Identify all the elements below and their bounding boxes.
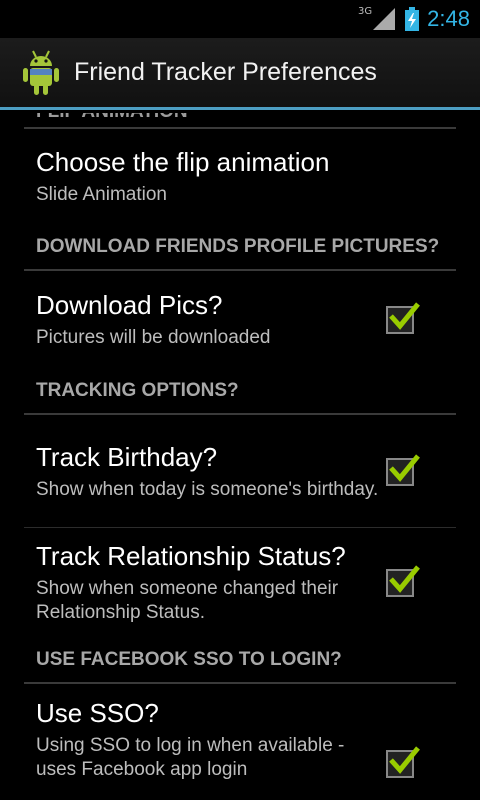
category-header-label: DOWNLOAD FRIENDS PROFILE PICTURES? — [36, 236, 440, 257]
signal-icon — [373, 8, 396, 30]
track-relationship-checkbox[interactable] — [386, 565, 420, 597]
checkmark-icon — [389, 453, 420, 482]
pref-download-pics[interactable]: Download Pics? Pictures will be download… — [0, 271, 480, 369]
category-header-tracking-options: TRACKING OPTIONS? — [24, 369, 456, 415]
pref-summary: Show when someone changed their Relation… — [36, 578, 339, 623]
preferences-list[interactable]: FLIP ANIMATION Choose the flip animation… — [0, 113, 480, 800]
network-type: 3G — [358, 5, 373, 17]
checkmark-icon — [389, 565, 420, 593]
pref-flip-animation[interactable]: Choose the flip animation Slide Animatio… — [0, 129, 480, 225]
status-bar: 3G 2:48 — [0, 0, 480, 38]
pref-use-sso[interactable]: Use SSO? Using SSO to log in when availa… — [0, 684, 480, 800]
page-title: Friend Tracker Preferences — [74, 58, 377, 86]
category-header-use-sso: USE FACEBOOK SSO TO LOGIN? — [24, 638, 456, 684]
pref-track-relationship[interactable]: Track Relationship Status? Show when som… — [0, 528, 480, 638]
category-header-download-pictures: DOWNLOAD FRIENDS PROFILE PICTURES? — [24, 225, 456, 271]
pref-summary: Using SSO to log in when available - use… — [36, 735, 345, 780]
checkmark-icon — [389, 746, 420, 774]
battery-charging-icon — [405, 7, 420, 31]
pref-title: Track Birthday? — [36, 441, 218, 472]
checkmark-icon — [389, 302, 420, 330]
pref-track-birthday[interactable]: Track Birthday? Show when today is someo… — [0, 415, 480, 528]
pref-title: Download Pics? — [36, 290, 223, 320]
pref-title: Use SSO? — [36, 698, 159, 728]
use-sso-checkbox[interactable] — [386, 746, 420, 778]
category-header-flip-animation: FLIP ANIMATION — [24, 113, 456, 129]
pref-summary: Pictures will be downloaded — [36, 327, 271, 348]
track-birthday-checkbox[interactable] — [386, 453, 420, 486]
category-header-label: TRACKING OPTIONS? — [36, 380, 239, 401]
pref-summary: Show when today is someone's birthday. — [36, 478, 379, 500]
download-pics-checkbox[interactable] — [386, 302, 420, 334]
category-header-label: USE FACEBOOK SSO TO LOGIN? — [36, 649, 342, 670]
pref-summary: Slide Animation — [36, 184, 167, 205]
clock: 2:48 — [427, 6, 470, 31]
action-bar: Friend Tracker Preferences — [0, 38, 480, 110]
pref-title: Choose the flip animation — [36, 147, 330, 177]
pref-title: Track Relationship Status? — [36, 541, 346, 571]
android-icon[interactable] — [22, 49, 60, 97]
category-header-label: FLIP ANIMATION — [36, 113, 188, 123]
